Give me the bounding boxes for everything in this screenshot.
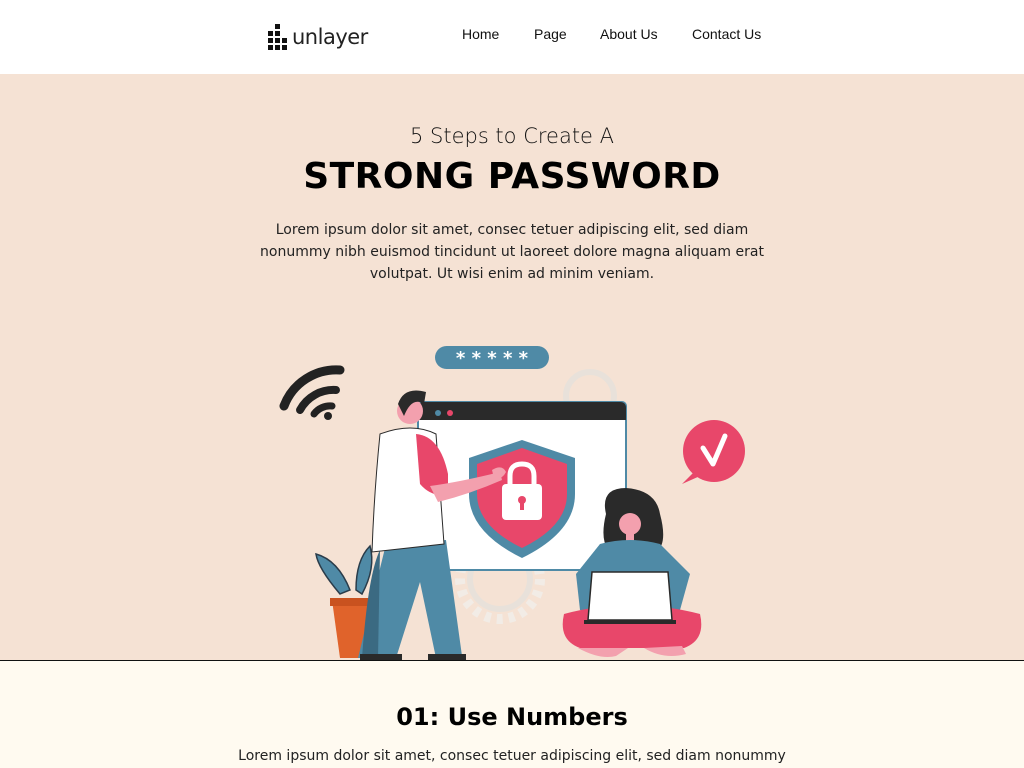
main-nav: Home Page About Us Contact Us xyxy=(0,26,1024,48)
nav-contact-us[interactable]: Contact Us xyxy=(692,26,761,42)
step-section: 01: Use Numbers Lorem ipsum dolor sit am… xyxy=(0,661,1024,768)
nav-home[interactable]: Home xyxy=(462,26,499,42)
site-header: unlayer Home Page About Us Contact Us xyxy=(0,0,1024,74)
step-title: 01: Use Numbers xyxy=(396,703,628,731)
step-text: Lorem ipsum dolor sit amet, consec tetue… xyxy=(238,748,786,764)
password-mask: * * * * * xyxy=(456,348,529,369)
password-security-illustration: * * * * * xyxy=(279,346,745,660)
wifi-icon xyxy=(279,365,345,420)
check-bubble-icon xyxy=(682,420,745,484)
nav-page[interactable]: Page xyxy=(534,26,567,42)
password-field-icon: * * * * * xyxy=(435,346,549,369)
nav-about-us[interactable]: About Us xyxy=(600,26,658,42)
hero-section: 5 Steps to Create A STRONG PASSWORD Lore… xyxy=(0,74,1024,660)
